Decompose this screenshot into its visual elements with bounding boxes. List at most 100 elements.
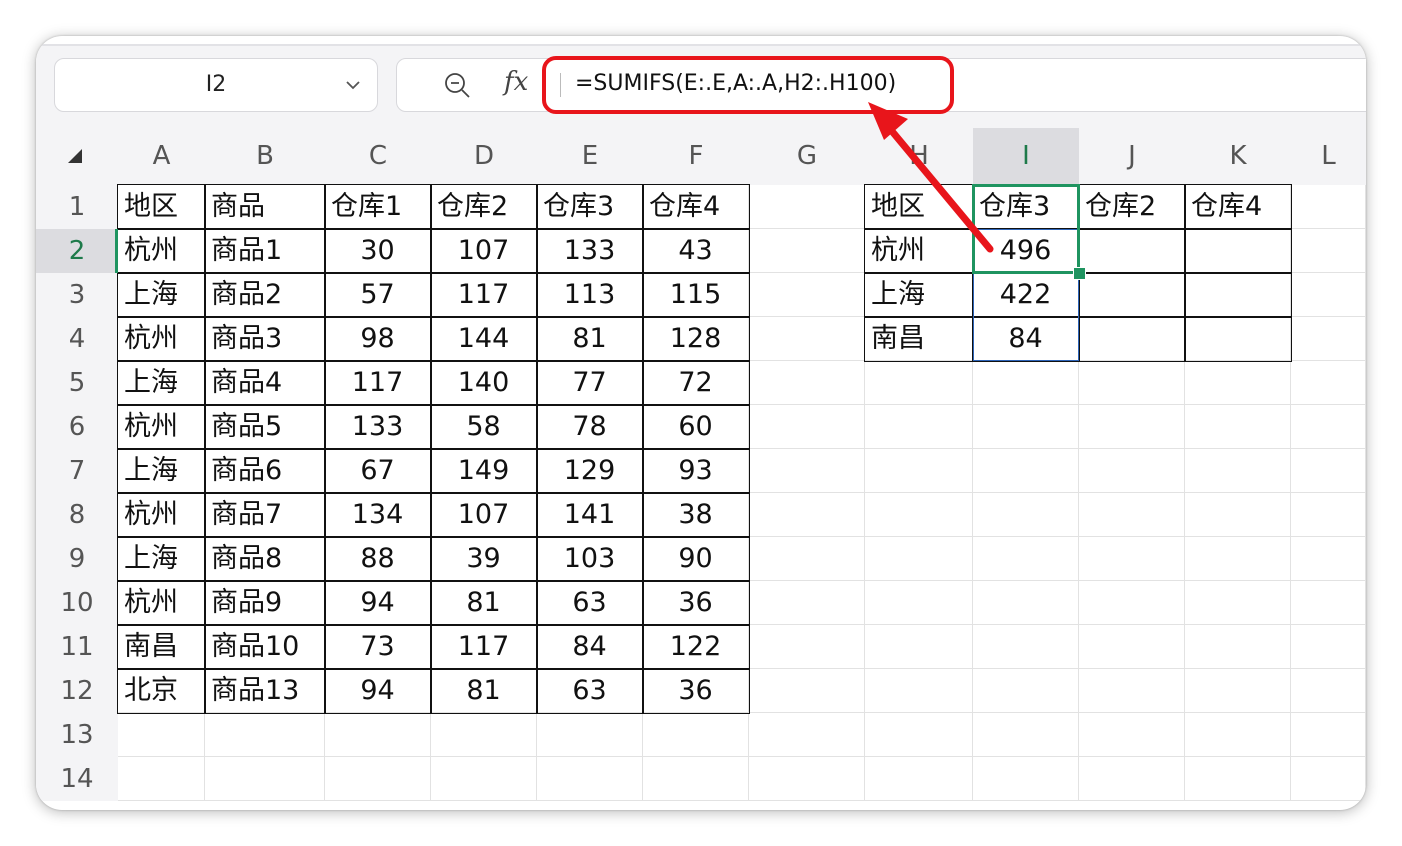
cell-g5[interactable] (749, 361, 865, 405)
cell-h14[interactable] (865, 757, 973, 801)
cell-i2[interactable]: 496 (973, 229, 1079, 273)
cell-d14[interactable] (431, 757, 537, 801)
cell-g13[interactable] (749, 713, 865, 757)
cell-l1[interactable] (1291, 185, 1366, 229)
cell-l12[interactable] (1291, 669, 1366, 713)
cell-l7[interactable] (1291, 449, 1366, 493)
cell-e10[interactable]: 63 (537, 581, 643, 625)
cell-h3[interactable]: 上海 (865, 273, 973, 317)
cell-h12[interactable] (865, 669, 973, 713)
cell-c3[interactable]: 57 (325, 273, 431, 317)
cell-b5[interactable]: 商品4 (205, 361, 325, 405)
name-box[interactable]: I2 (54, 58, 378, 112)
row-header-14[interactable]: 14 (36, 757, 118, 801)
cell-g10[interactable] (749, 581, 865, 625)
row-header-2[interactable]: 2 (36, 229, 118, 273)
cell-c13[interactable] (325, 713, 431, 757)
cell-e2[interactable]: 133 (537, 229, 643, 273)
cell-k7[interactable] (1185, 449, 1291, 493)
cell-c7[interactable]: 67 (325, 449, 431, 493)
cell-i10[interactable] (973, 581, 1079, 625)
cell-i5[interactable] (973, 361, 1079, 405)
cell-d2[interactable]: 107 (431, 229, 537, 273)
cell-b9[interactable]: 商品8 (205, 537, 325, 581)
cell-f10[interactable]: 36 (643, 581, 749, 625)
column-header-b[interactable]: B (205, 128, 325, 185)
cell-k12[interactable] (1185, 669, 1291, 713)
column-header-e[interactable]: E (537, 128, 643, 185)
cell-e7[interactable]: 129 (537, 449, 643, 493)
cell-h9[interactable] (865, 537, 973, 581)
cell-k1[interactable]: 仓库4 (1185, 185, 1291, 229)
cell-i13[interactable] (973, 713, 1079, 757)
cell-g12[interactable] (749, 669, 865, 713)
cell-c9[interactable]: 88 (325, 537, 431, 581)
cell-b6[interactable]: 商品5 (205, 405, 325, 449)
cell-e3[interactable]: 113 (537, 273, 643, 317)
column-header-g[interactable]: G (749, 128, 865, 185)
cell-a2[interactable]: 杭州 (118, 229, 205, 273)
cell-h4[interactable]: 南昌 (865, 317, 973, 361)
cell-l5[interactable] (1291, 361, 1366, 405)
cell-c8[interactable]: 134 (325, 493, 431, 537)
cell-f13[interactable] (643, 713, 749, 757)
cell-d10[interactable]: 81 (431, 581, 537, 625)
cell-j10[interactable] (1079, 581, 1185, 625)
cell-k10[interactable] (1185, 581, 1291, 625)
cell-a13[interactable] (118, 713, 205, 757)
cell-g9[interactable] (749, 537, 865, 581)
cell-f8[interactable]: 38 (643, 493, 749, 537)
cell-b4[interactable]: 商品3 (205, 317, 325, 361)
row-header-13[interactable]: 13 (36, 713, 118, 757)
cell-h5[interactable] (865, 361, 973, 405)
cell-f9[interactable]: 90 (643, 537, 749, 581)
row-header-8[interactable]: 8 (36, 493, 118, 537)
cell-j5[interactable] (1079, 361, 1185, 405)
cell-a14[interactable] (118, 757, 205, 801)
cell-i7[interactable] (973, 449, 1079, 493)
cell-b2[interactable]: 商品1 (205, 229, 325, 273)
cell-l9[interactable] (1291, 537, 1366, 581)
cell-b1[interactable]: 商品 (205, 185, 325, 229)
chevron-down-icon[interactable] (343, 75, 363, 95)
cell-b14[interactable] (205, 757, 325, 801)
cell-c14[interactable] (325, 757, 431, 801)
row-header-10[interactable]: 10 (36, 581, 118, 625)
cell-a12[interactable]: 北京 (118, 669, 205, 713)
column-header-f[interactable]: F (643, 128, 749, 185)
cell-c4[interactable]: 98 (325, 317, 431, 361)
cell-j1[interactable]: 仓库2 (1079, 185, 1185, 229)
cell-k3[interactable] (1185, 273, 1291, 317)
cell-d11[interactable]: 117 (431, 625, 537, 669)
cell-b8[interactable]: 商品7 (205, 493, 325, 537)
cell-j8[interactable] (1079, 493, 1185, 537)
cell-i8[interactable] (973, 493, 1079, 537)
cell-h10[interactable] (865, 581, 973, 625)
cell-k14[interactable] (1185, 757, 1291, 801)
cell-d3[interactable]: 117 (431, 273, 537, 317)
cell-i11[interactable] (973, 625, 1079, 669)
cell-l8[interactable] (1291, 493, 1366, 537)
cell-a1[interactable]: 地区 (118, 185, 205, 229)
cell-h1[interactable]: 地区 (865, 185, 973, 229)
cell-k13[interactable] (1185, 713, 1291, 757)
cell-e11[interactable]: 84 (537, 625, 643, 669)
cell-d9[interactable]: 39 (431, 537, 537, 581)
cell-f12[interactable]: 36 (643, 669, 749, 713)
cell-d1[interactable]: 仓库2 (431, 185, 537, 229)
cell-i14[interactable] (973, 757, 1079, 801)
cell-e9[interactable]: 103 (537, 537, 643, 581)
cell-e14[interactable] (537, 757, 643, 801)
cell-i1[interactable]: 仓库3 (973, 185, 1079, 229)
cell-i3[interactable]: 422 (973, 273, 1079, 317)
cell-c5[interactable]: 117 (325, 361, 431, 405)
cell-g7[interactable] (749, 449, 865, 493)
cell-a10[interactable]: 杭州 (118, 581, 205, 625)
cell-e12[interactable]: 63 (537, 669, 643, 713)
cell-k5[interactable] (1185, 361, 1291, 405)
cell-j11[interactable] (1079, 625, 1185, 669)
cell-k8[interactable] (1185, 493, 1291, 537)
column-header-l[interactable]: L (1291, 128, 1366, 185)
cell-c12[interactable]: 94 (325, 669, 431, 713)
cell-c1[interactable]: 仓库1 (325, 185, 431, 229)
